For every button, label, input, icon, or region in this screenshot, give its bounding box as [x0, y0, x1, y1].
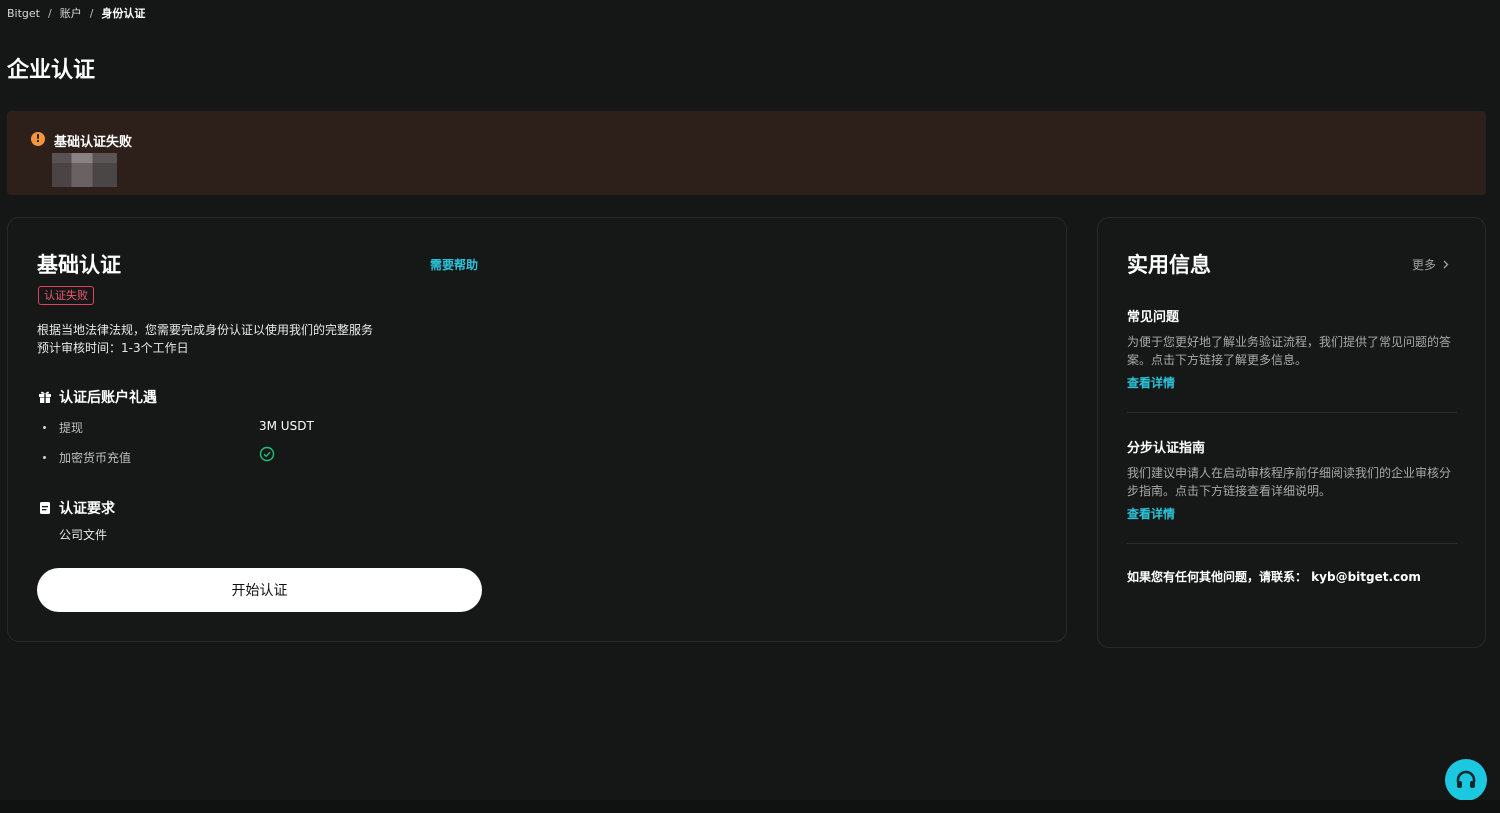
document-icon [40, 502, 50, 514]
benefit-item: 加密货币充值 [43, 449, 131, 466]
alert-banner: ! 基础认证失败 [7, 111, 1486, 195]
basic-verification-card: 基础认证 需要帮助 认证失败 根据当地法律法规，您需要完成身份认证以使用我们的完… [7, 217, 1067, 642]
redacted-image [52, 153, 117, 187]
breadcrumb-current: 身份认证 [101, 7, 146, 20]
headset-icon [1456, 770, 1476, 788]
card-title: 基础认证 [37, 253, 121, 277]
customer-support-button[interactable] [1445, 759, 1487, 801]
info-title: 实用信息 [1127, 253, 1211, 277]
divider [1127, 412, 1457, 413]
requirement-item: 公司文件 [59, 528, 108, 542]
faq-details-link[interactable]: 查看详情 [1127, 374, 1175, 391]
breadcrumb-item-account[interactable]: 账户 [60, 5, 82, 21]
chevron-right-icon [1443, 260, 1449, 269]
benefits-heading: 认证后账户礼遇 [38, 387, 157, 407]
benefit-label: 提现 [59, 421, 84, 435]
more-link[interactable]: 更多 [1412, 256, 1449, 273]
contact-text: 如果您有任何其他问题，请联系： kyb@bitget.com [1127, 570, 1421, 584]
need-help-link[interactable]: 需要帮助 [430, 256, 478, 273]
requirements-title: 认证要求 [59, 501, 115, 517]
start-verification-button[interactable]: 开始认证 [37, 568, 482, 612]
bullet [43, 456, 46, 459]
benefit-item: 提现 [43, 419, 83, 436]
description-line: 根据当地法律法规，您需要完成身份认证以使用我们的完整服务 [37, 323, 374, 337]
benefit-label: 加密货币充值 [59, 451, 132, 465]
breadcrumb-separator: / [47, 6, 52, 20]
status-badge: 认证失败 [38, 286, 94, 305]
benefits-title: 认证后账户礼遇 [59, 390, 157, 406]
useful-info-card: 实用信息 更多 常见问题 为便于您更好地了解业务验证流程，我们提供了常见问题的答… [1097, 217, 1486, 648]
alert-title: 基础认证失败 [54, 135, 133, 150]
breadcrumb-item-bitget[interactable]: Bitget [7, 7, 40, 20]
warning-circle-icon: ! [31, 132, 45, 146]
guide-body: 我们建议申请人在启动审核程序前仔细阅读我们的企业审核分步指南。点击下方链接查看详… [1127, 466, 1452, 498]
card-description: 根据当地法律法规，您需要完成身份认证以使用我们的完整服务 预计审核时间：1-3个… [37, 321, 373, 357]
description-line: 预计审核时间：1-3个工作日 [37, 341, 189, 355]
requirements-heading: 认证要求 [38, 498, 115, 518]
breadcrumb-separator: / [89, 6, 94, 20]
faq-title: 常见问题 [1127, 310, 1180, 325]
check-circle-icon [259, 446, 275, 462]
bullet [43, 426, 46, 429]
more-label: 更多 [1412, 258, 1437, 272]
divider [1127, 543, 1457, 544]
page: Bitget / 账户 / 身份认证 企业认证 ! 基础认证失败 基础认证 需要… [0, 0, 1500, 813]
bottom-bar [0, 800, 1500, 813]
faq-body: 为便于您更好地了解业务验证流程，我们提供了常见问题的答案。点击下方链接了解更多信… [1127, 335, 1452, 367]
page-title: 企业认证 [7, 58, 96, 83]
gift-icon [39, 391, 51, 403]
guide-title: 分步认证指南 [1127, 441, 1206, 456]
breadcrumb: Bitget / 账户 / 身份认证 [7, 5, 145, 21]
guide-details-link[interactable]: 查看详情 [1127, 505, 1175, 522]
benefit-value: 3M USDT [259, 419, 314, 433]
